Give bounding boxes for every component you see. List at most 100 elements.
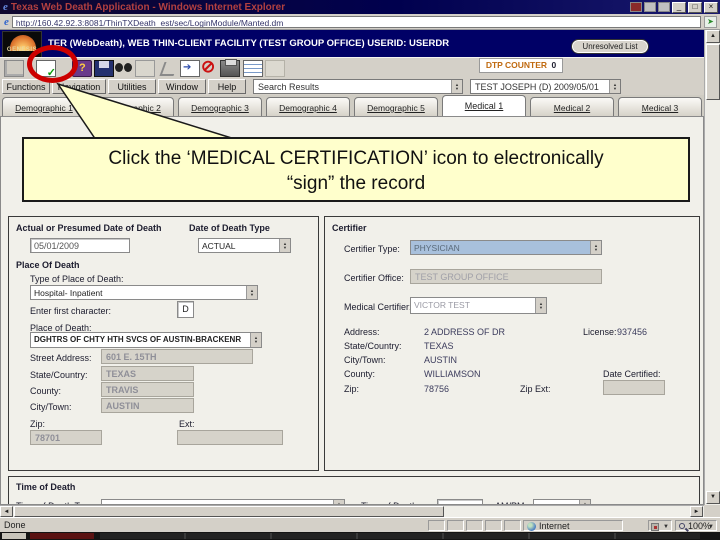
certifier-type-value: PHYSICIAN [414, 243, 460, 253]
scroll-right-button[interactable]: ► [690, 506, 703, 517]
spinner-icon[interactable] [535, 298, 546, 313]
window-restore-icon[interactable] [4, 60, 24, 77]
horizontal-scroll-thumb[interactable] [14, 506, 444, 517]
tab-demographic-4[interactable]: Demographic 4 [266, 97, 350, 116]
taskbar-segment [100, 533, 700, 539]
certifier-office-label: Certifier Office: [344, 273, 404, 283]
scroll-down-button[interactable]: ▼ [706, 491, 720, 504]
record-select-combo[interactable]: TEST JOSEPH (D) 2009/05/01 [470, 79, 621, 94]
spinner-icon[interactable] [609, 80, 620, 93]
record-select-value: TEST JOSEPH (D) 2009/05/01 [475, 81, 599, 92]
place-type-value: Hospital- Inpatient [34, 288, 103, 298]
tab-bar: Demographic 1 Demographic 2 Demographic … [0, 95, 704, 116]
scroll-up-button[interactable]: ▲ [706, 30, 720, 43]
certifier-state-value: TEXAS [424, 341, 454, 351]
zoom-cell[interactable]: 100% ▼ [675, 520, 717, 531]
scroll-left-button[interactable]: ◄ [0, 506, 13, 517]
date-of-death-type-select[interactable]: ACTUAL [198, 238, 291, 253]
ie-logo-icon: e [3, 1, 8, 13]
url-input[interactable]: http://160.42.92.3:8081/ThinTXDeath_est/… [11, 15, 701, 28]
maximize-button[interactable]: □ [688, 1, 702, 13]
blank-icon[interactable] [135, 60, 155, 77]
chevron-down-icon: ▼ [708, 524, 714, 530]
status-cell [466, 520, 483, 531]
app-title: TER (WebDeath), WEB THIN-CLIENT FACILITY… [48, 38, 450, 49]
zone-cell: Internet [523, 520, 623, 531]
spinner-icon[interactable] [279, 239, 290, 252]
tab-demographic-1[interactable]: Demographic 1 [2, 97, 86, 116]
unresolved-list-button[interactable]: Unresolved List [572, 40, 648, 53]
scrollbar-corner [704, 505, 720, 517]
zip-value: 78701 [35, 433, 61, 443]
spinner-icon[interactable] [246, 286, 257, 299]
menu-help[interactable]: Help [208, 79, 246, 94]
street-address-field: 601 E. 15TH [101, 349, 253, 364]
certifier-address-value: 2 ADDRESS OF DR [424, 327, 506, 337]
vertical-scrollbar[interactable]: ▲ ▼ [704, 30, 720, 505]
workflow-icon[interactable] [159, 60, 179, 77]
menu-utilities[interactable]: Utilities [108, 79, 156, 94]
tab-demographic-5[interactable]: Demographic 5 [354, 97, 438, 116]
place-of-death-panel: Actual or Presumed Date of Death Date of… [8, 216, 319, 471]
status-bar: Done Internet ▼ 100% ▼ [0, 517, 720, 532]
minimize-button[interactable]: _ [672, 1, 686, 13]
status-cell [504, 520, 521, 531]
first-char-value: D [182, 304, 189, 314]
taskbar-segment [30, 533, 94, 539]
street-address-label: Street Address: [30, 353, 92, 363]
options-disabled-icon [265, 60, 285, 77]
status-cell [428, 520, 445, 531]
print-icon[interactable] [220, 59, 240, 77]
spinner-icon[interactable] [451, 80, 462, 93]
tab-demographic-3[interactable]: Demographic 3 [178, 97, 262, 116]
tab-medical-1[interactable]: Medical 1 [442, 95, 526, 116]
vertical-scroll-thumb[interactable] [706, 44, 720, 100]
search-results-combo[interactable]: Search Results [253, 79, 463, 94]
instruction-callout: Click the ‘MEDICAL CERTIFICATION’ icon t… [22, 137, 690, 202]
taskbar-segment [2, 533, 26, 539]
titlebar-widget-icon[interactable] [630, 2, 642, 12]
tab-demographic-2[interactable]: Demographic 2 [90, 97, 174, 116]
titlebar-widget-icon[interactable] [644, 2, 656, 12]
report-icon[interactable] [243, 60, 263, 77]
callout-line-1: Click the ‘MEDICAL CERTIFICATION’ icon t… [108, 148, 604, 169]
horizontal-scrollbar[interactable]: ◄ ► [0, 505, 704, 517]
transfer-record-icon[interactable] [180, 60, 200, 77]
place-of-death-header: Place Of Death [16, 260, 80, 270]
place-type-select[interactable]: Hospital- Inpatient [30, 285, 258, 300]
date-of-death-value: 05/01/2009 [34, 241, 80, 251]
place-of-death-value: DGHTRS OF CHTY HTH SVCS OF AUSTIN-BRACKE… [34, 335, 242, 344]
place-of-death-select[interactable]: DGHTRS OF CHTY HTH SVCS OF AUSTIN-BRACKE… [30, 332, 262, 348]
first-char-input[interactable]: D [177, 301, 194, 318]
status-cell [485, 520, 502, 531]
spinner-icon[interactable] [590, 241, 601, 254]
save-icon[interactable] [94, 60, 114, 77]
zoom-magnifier-icon [679, 523, 685, 529]
find-binoculars-icon[interactable] [114, 60, 134, 77]
county-label: County: [30, 386, 62, 396]
titlebar-widget-icon[interactable] [658, 2, 670, 12]
tab-medical-3[interactable]: Medical 3 [618, 97, 702, 116]
menu-window[interactable]: Window [158, 79, 206, 94]
zip-label: Zip: [30, 419, 46, 429]
medical-certifier-value: VICTOR TEST [414, 300, 470, 310]
page-icon: e [4, 15, 9, 28]
dtp-counter-value: 0 [551, 60, 557, 70]
close-button[interactable]: × [704, 1, 718, 13]
medical-certifier-select[interactable]: VICTOR TEST [410, 297, 547, 314]
browser-window: e Texas Web Death Application - Windows … [0, 0, 720, 540]
certifier-type-select[interactable]: PHYSICIAN [410, 240, 602, 255]
date-of-death-input[interactable]: 05/01/2009 [30, 238, 130, 253]
cancel-icon[interactable] [200, 57, 220, 77]
time-of-death-panel: Time of Death Time of Death Type Time of… [8, 476, 700, 504]
license-label: License: [583, 327, 617, 337]
url-text: http://160.42.92.3:8081/ThinTXDeath_est/… [15, 17, 284, 28]
spinner-icon[interactable] [250, 333, 261, 347]
certifier-header: Certifier [332, 223, 367, 233]
address-bar: e http://160.42.92.3:8081/ThinTXDeath_es… [0, 14, 720, 30]
tab-medical-2[interactable]: Medical 2 [530, 97, 614, 116]
protection-cell[interactable]: ▼ [648, 520, 672, 531]
callout-line-2: “sign” the record [286, 173, 426, 194]
license-value: 937456 [617, 327, 648, 337]
go-icon[interactable]: ➤ [704, 15, 717, 28]
